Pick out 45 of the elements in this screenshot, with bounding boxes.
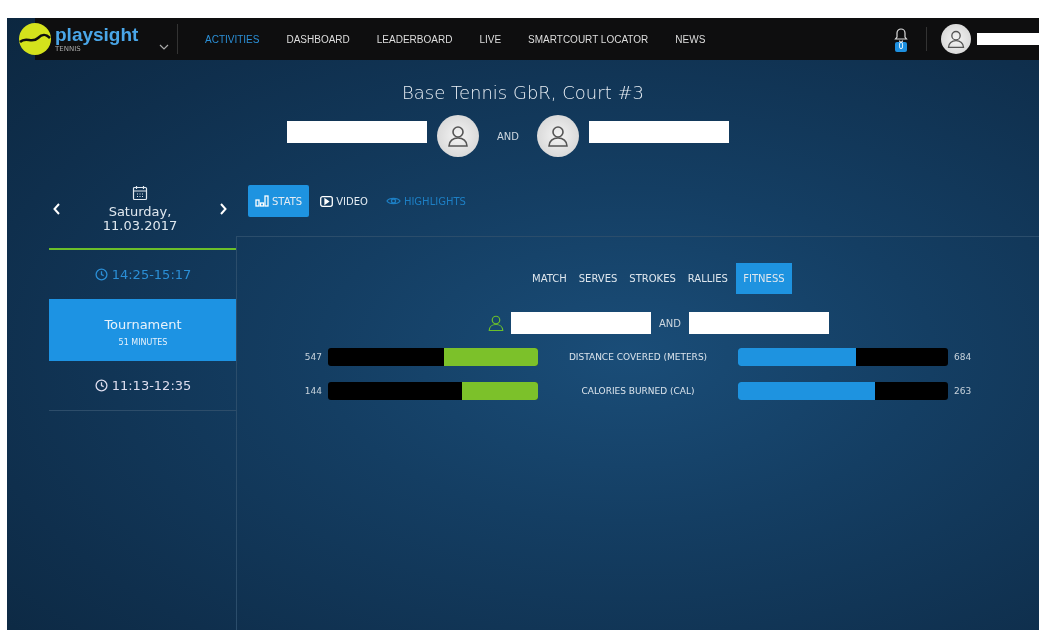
person-icon [546,124,570,148]
chevron-down-icon[interactable] [159,44,169,50]
nav-link[interactable]: NEWS [675,33,706,45]
metric-label: CALORIES BURNED (CAL) [580,386,696,396]
nav-link[interactable]: DASHBOARD [286,33,350,45]
user-avatar[interactable] [941,24,971,54]
eye-icon [385,196,401,206]
previous-day-button[interactable] [53,203,61,216]
person-icon [446,124,470,148]
stat-tab[interactable]: MATCH [528,263,571,294]
court-title: Base Tennis GbR, Court #3 [401,82,645,103]
calendar-icon [132,185,148,201]
stat-tab[interactable]: SERVES [574,263,622,294]
clock-icon [94,378,108,392]
bell-icon[interactable] [894,26,908,42]
activity-title: Tournament [104,316,182,332]
day-label: Saturday, [108,205,172,220]
bar-chart-icon [255,195,269,207]
time-range: 14:25-15:17 [111,266,192,282]
next-day-button[interactable] [219,203,227,216]
metric-value: 144 [303,386,323,396]
activity-duration: 51 MINUTES [118,337,168,347]
play-icon [320,195,334,207]
redacted-user-name [977,33,1039,45]
stat-tab[interactable]: RALLIES [683,263,732,294]
and-label: AND [497,130,519,142]
activity-time[interactable]: 11:13-12:35 [49,360,237,411]
metric-value: 263 [953,386,973,396]
view-tab[interactable]: VIDEO [313,185,375,217]
metric-label: DISTANCE COVERED (METERS) [567,352,709,362]
and-label: AND [659,317,681,329]
player-icon [487,314,505,332]
clock-icon [94,267,108,281]
stat-tab[interactable]: STROKES [625,263,680,294]
metric-value: 547 [303,352,323,362]
nav-link[interactable]: ACTIVITIES [205,33,260,45]
nav-link[interactable]: LEADERBOARD [376,33,453,45]
nav-link[interactable]: LIVE [479,33,502,45]
activity-time[interactable]: 14:25-15:17 [49,249,237,299]
time-range: 11:13-12:35 [111,377,192,393]
metric-value: 684 [953,352,973,362]
person-icon [946,29,966,49]
date-label: 11.03.2017 [102,219,178,234]
notification-badge: 0 [895,41,907,52]
nav-link[interactable]: SMARTCOURT LOCATOR [528,33,649,45]
